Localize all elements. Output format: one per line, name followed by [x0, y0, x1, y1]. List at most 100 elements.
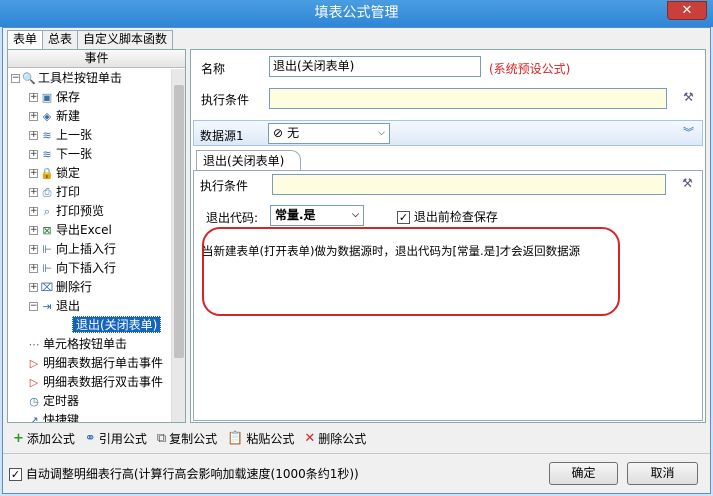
tree-scrollbar[interactable] [171, 69, 185, 422]
expand-icon[interactable]: + [29, 207, 38, 216]
copy-formula-button[interactable]: ⧉ 复制公式 [157, 430, 217, 447]
copy-icon: ⧉ [156, 430, 167, 446]
datasource-bar: 数据源1 ⊘ 无 ⌵ ︾ [193, 120, 703, 146]
scrollbar-thumb[interactable] [174, 85, 184, 358]
expand-icon[interactable]: + [29, 112, 38, 121]
flag-icon: ▷ [29, 376, 39, 389]
tree-node-save[interactable]: + ▣ 保存 [29, 88, 80, 107]
tab-summary[interactable]: 总表 [42, 30, 79, 49]
formula-panel: 名称 退出(关闭表单) (系统预设公式) 执行条件 ⚒ 数据源1 ⊘ 无 ⌵ ︾ 退… [190, 49, 706, 423]
add-formula-button[interactable]: + 添加公式 [13, 430, 75, 447]
tree-node-toolbar-click[interactable]: − 🔍 工具栏按钮单击 [11, 69, 122, 88]
insert-row-up-icon: ⊩ [42, 243, 52, 256]
expand-icon[interactable]: + [29, 188, 38, 197]
title-bar: 填表公式管理 ✕ [0, 0, 713, 27]
subtab-exit-close-form[interactable]: 退出(关闭表单) [196, 150, 302, 171]
tree-node-print[interactable]: + ⎙ 打印 [29, 183, 80, 202]
plus-icon: + [13, 430, 24, 446]
tree-node-lock[interactable]: + 🔒 锁定 [29, 164, 80, 183]
paste-icon: 📋 [227, 430, 244, 446]
exit-icon: ⇥ [42, 300, 52, 313]
datasource-label: 数据源1 [200, 129, 244, 143]
tree-node-row-click[interactable]: ▷ 明细表数据行单击事件 [25, 354, 163, 373]
ok-button[interactable]: 确定 [549, 462, 618, 485]
link-icon: ⚭ [84, 430, 96, 446]
hotkey-icon: ↗ [29, 414, 39, 422]
tree-node-insert-down[interactable]: + ⊩ 向下插入行 [29, 259, 116, 278]
expand-icon[interactable]: + [29, 150, 38, 159]
layers-down-icon: ≋ [42, 148, 52, 161]
tree-node-exit[interactable]: − ⇥ 退出 [29, 297, 80, 316]
tree-node-next[interactable]: + ≋ 下一张 [29, 145, 92, 164]
top-tabs: 表单 总表 自定义脚本函数 [7, 30, 174, 50]
event-tree: − 🔍 工具栏按钮单击 + ▣ 保存 + ◈ 新建 + ≋ 上一张 + ≋ 下一张 + 🔒 锁定 + ⎙ 打… [8, 69, 172, 422]
magnifier-icon: 🔍 [22, 72, 36, 85]
condition-label: 执行条件 [201, 93, 250, 107]
timer-icon: ◷ [29, 395, 39, 408]
insert-row-down-icon: ⊩ [42, 262, 52, 275]
tree-node-delete-row[interactable]: + ⌧ 删除行 [29, 278, 92, 297]
tab-custom-script[interactable]: 自定义脚本函数 [77, 30, 174, 49]
name-field[interactable]: 退出(关闭表单) [269, 56, 481, 77]
delete-icon: ✕ [304, 430, 316, 446]
auto-adjust-checkbox[interactable]: ✓ [9, 468, 22, 481]
tree-node-hotkey[interactable]: ↗ 快捷键 [25, 411, 79, 422]
sub-condition-label: 执行条件 [200, 179, 249, 193]
main-window: 表单 总表 自定义脚本函数 事件 − 🔍 工具栏按钮单击 + ▣ 保存 + ◈ 新建 + ≋ 上… [2, 27, 711, 494]
expand-icon[interactable]: + [29, 226, 38, 235]
check-save-checkbox[interactable]: ✓ [397, 211, 410, 224]
magic-wand-icon[interactable]: ⚒ [682, 176, 693, 190]
sub-condition-field[interactable] [272, 174, 666, 195]
divider [3, 453, 710, 454]
check-save-option[interactable]: ✓ 退出前检查保存 [397, 208, 498, 225]
tab-form[interactable]: 表单 [7, 30, 44, 50]
event-tree-panel: 事件 − 🔍 工具栏按钮单击 + ▣ 保存 + ◈ 新建 + ≋ 上一张 + ≋ 下一张 + 🔒 锁定 … [7, 49, 186, 423]
expand-icon[interactable]: + [29, 131, 38, 140]
tree-node-row-dblclick[interactable]: ▷ 明细表数据行双击事件 [25, 373, 163, 392]
collapse-icon[interactable]: − [29, 302, 38, 311]
cancel-button[interactable]: 取消 [627, 462, 698, 485]
exit-code-label: 退出代码: [206, 211, 259, 225]
tree-node-exit-close-form[interactable]: 退出(关闭表单) [72, 316, 162, 335]
excel-icon: ⊠ [42, 224, 52, 237]
tree-node-timer[interactable]: ◷ 定时器 [25, 392, 79, 411]
collapse-icon[interactable]: − [11, 74, 20, 83]
expand-double-chevron-icon[interactable]: ︾ [683, 124, 694, 140]
lock-icon: 🔒 [40, 167, 54, 180]
tree-node-cell-button-click[interactable]: ⋯ 单元格按钮单击 [25, 335, 128, 354]
system-preset-note: (系统预设公式) [489, 62, 571, 76]
magic-wand-icon[interactable]: ⚒ [683, 90, 694, 104]
reference-formula-button[interactable]: ⚭ 引用公式 [85, 430, 147, 447]
expand-icon[interactable]: + [29, 264, 38, 273]
subtab-panel: 执行条件 ⚒ 退出代码: 常量.是 ⌵ ✓ 退出前检查保存 当新建表单(打开表单)… [193, 170, 703, 421]
exit-code-select[interactable]: 常量.是 ⌵ [270, 205, 364, 226]
expand-icon[interactable]: + [29, 169, 38, 178]
flag-icon: ▷ [29, 357, 39, 370]
preview-icon: ⌕ [43, 205, 51, 218]
expand-icon[interactable]: + [29, 283, 38, 292]
expand-icon[interactable]: + [29, 93, 38, 102]
tree-node-prev[interactable]: + ≋ 上一张 [29, 126, 92, 145]
exit-code-note: 当新建表单(打开表单)做为数据源时，退出代码为[常量.是]才会返回数据源 [202, 244, 581, 258]
formula-toolbar: + 添加公式 ⚭ 引用公式 ⧉ 复制公式 📋 粘贴公式 ✕ 删除公式 [5, 427, 705, 449]
datasource-select[interactable]: ⊘ 无 ⌵ [268, 123, 390, 144]
printer-icon: ⎙ [42, 186, 52, 199]
none-icon: ⊘ [273, 126, 284, 140]
highlight-annotation [202, 227, 620, 316]
close-button[interactable]: ✕ [667, 1, 707, 20]
chevron-down-icon: ⌵ [378, 128, 385, 138]
tree-node-export-excel[interactable]: + ⊠ 导出Excel [29, 221, 112, 240]
tree-node-print-preview[interactable]: + ⌕ 打印预览 [29, 202, 104, 221]
delete-formula-button[interactable]: ✕ 删除公式 [304, 430, 366, 447]
tree-node-new[interactable]: + ◈ 新建 [29, 107, 80, 126]
tree-node-insert-up[interactable]: + ⊩ 向上插入行 [29, 240, 116, 259]
auto-adjust-option[interactable]: ✓ 自动调整明细表行高(计算行高会影响加载速度(1000条约1秒)) [9, 465, 359, 482]
paste-formula-button[interactable]: 📋 粘贴公式 [227, 430, 294, 447]
layers-up-icon: ≋ [42, 129, 52, 142]
expand-icon[interactable]: + [29, 245, 38, 254]
shield-icon: ◈ [42, 110, 52, 123]
condition-field[interactable] [269, 88, 667, 109]
event-tree-header: 事件 [8, 50, 185, 68]
name-label: 名称 [201, 62, 226, 76]
chevron-down-icon: ⌵ [352, 210, 359, 220]
